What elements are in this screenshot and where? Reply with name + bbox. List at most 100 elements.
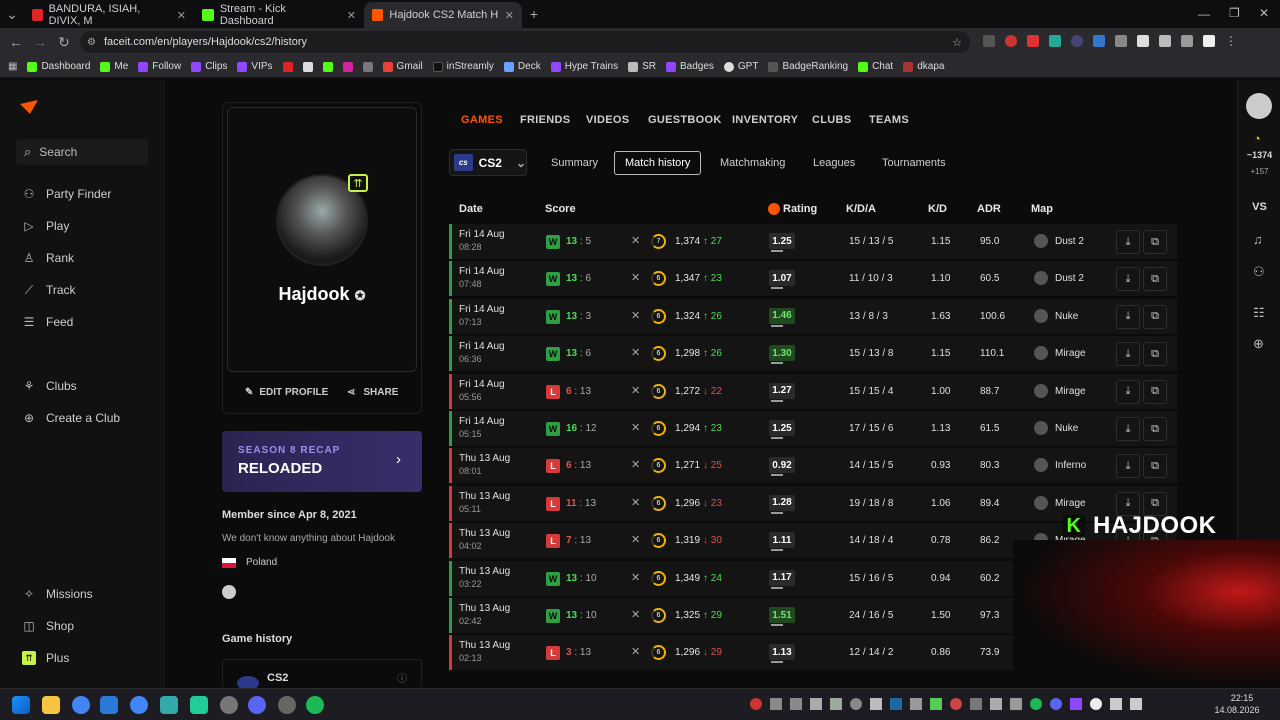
spotify-icon[interactable] [306,696,324,714]
tray-icon[interactable] [850,698,862,710]
bookmark[interactable]: Dashboard [27,61,90,72]
edit-profile-button[interactable]: ✎ EDIT PROFILE [245,387,328,398]
sidebar-item-party-finder[interactable]: ⚇ Party Finder [22,187,112,201]
maximize-icon[interactable]: ❐ [1229,6,1240,20]
bookmark[interactable]: Badges [665,61,714,72]
tray-icon[interactable] [830,698,842,710]
back-icon[interactable]: ← [4,34,28,50]
chrome-icon[interactable] [72,696,90,714]
bookmark[interactable]: Me [100,61,128,72]
extension-icon[interactable] [1137,35,1149,47]
bookmark[interactable] [302,61,313,72]
app-icon[interactable] [278,696,296,714]
puzzle-icon[interactable] [1159,35,1171,47]
tab-clubs[interactable]: CLUBS [812,114,851,126]
bookmark[interactable]: BadgeRanking [768,61,848,72]
tray-icon[interactable] [790,698,802,710]
game-select[interactable]: cs CS2 ⌄ [449,149,527,176]
app-icon[interactable] [100,696,118,714]
tab-videos[interactable]: VIDEOS [586,114,629,126]
sidebar-item-create-club[interactable]: ⊕ Create a Club [22,411,120,425]
subtab-matchmaking[interactable]: Matchmaking [710,151,795,175]
window-close-icon[interactable]: ✕ [1259,6,1269,20]
game-history-item[interactable]: CS2 ⓘ [222,659,422,690]
bookmark[interactable]: SR [628,61,656,72]
reload-icon[interactable]: ↻ [52,34,76,51]
tab-2-close-icon[interactable]: ✕ [347,9,356,22]
open-match-icon[interactable]: ⧉ [1143,230,1167,254]
subtab-summary[interactable]: Summary [541,151,608,175]
sidebar-item-plus[interactable]: ⇈ Plus [22,651,69,665]
download-demo-icon[interactable]: ⤓ [1116,379,1140,404]
bookmark[interactable]: Gmail [382,61,423,72]
extension-icon[interactable] [983,35,995,47]
tray-icon[interactable] [810,698,822,710]
sidebar-item-missions[interactable]: ✧ Missions [22,587,93,601]
download-demo-icon[interactable]: ⤓ [1116,267,1140,292]
table-row[interactable]: Thu 13 Aug 08:01 L 6 : 13 ✕ 6 1,271 ↓ 25 0.92 14 … [449,448,1177,484]
site-info-icon[interactable]: ⚙ [87,37,96,48]
app-icon[interactable] [220,696,238,714]
browser-tab-2[interactable]: Stream - Kick Dashboard ✕ [194,2,364,28]
discord-icon[interactable] [248,696,266,714]
tab-1-close-icon[interactable]: ✕ [177,9,186,22]
tray-icon[interactable] [950,698,962,710]
wifi-icon[interactable] [1110,698,1122,710]
sidebar-item-shop[interactable]: ◫ Shop [22,619,74,633]
bookmark[interactable] [282,61,293,72]
add-circle-icon[interactable]: ⊕ [1253,336,1264,352]
steam-icon[interactable] [222,585,236,599]
table-row[interactable]: Fri 14 Aug 06:36 W 13 : 6 ✕ 6 1,298 ↑ 26 1.30 15 … [449,336,1177,372]
sidebar-item-clubs[interactable]: ⚘ Clubs [22,379,77,393]
open-match-icon[interactable]: ⧉ [1143,454,1167,479]
download-demo-icon[interactable]: ⤓ [1116,342,1140,367]
friends-icon[interactable]: ⚇ [1253,264,1265,280]
profile-icon[interactable] [1203,35,1215,47]
minimize-icon[interactable]: — [1198,7,1210,21]
info-icon[interactable]: ⓘ [397,670,407,685]
bookmark[interactable]: Deck [503,61,541,72]
sidebar-item-track[interactable]: ⟋ Track [22,283,76,298]
tab-menu-chevron-icon[interactable]: ⌄ [0,6,24,23]
tab-search-icon[interactable] [1181,35,1193,47]
subtab-leagues[interactable]: Leagues [803,151,865,175]
tray-icon[interactable] [970,698,982,710]
discord-tray-icon[interactable] [1050,698,1062,710]
table-row[interactable]: Fri 14 Aug 07:13 W 13 : 3 ✕ 6 1,324 ↑ 26 1.46 13 … [449,298,1177,334]
bookmark[interactable]: Clips [191,61,227,72]
clock-date[interactable]: 14.08.2026 [1211,705,1263,715]
season-recap-banner[interactable]: SEASON 8 RECAP RELOADED › [222,431,422,492]
chrome-icon[interactable] [130,696,148,714]
tab-teams[interactable]: TEAMS [869,114,909,126]
chat-icon[interactable]: ☷ [1253,305,1265,321]
open-match-icon[interactable]: ⧉ [1143,417,1167,441]
browser-tab-3[interactable]: Hajdook CS2 Match History - F ✕ [364,2,522,28]
open-match-icon[interactable]: ⧉ [1143,379,1167,404]
user-avatar[interactable] [1246,93,1272,119]
extension-icon[interactable] [1093,35,1105,47]
tray-icon[interactable] [990,698,1002,710]
tray-icon[interactable] [1090,698,1102,710]
tab-friends[interactable]: FRIENDS [520,114,570,126]
sidebar-item-rank[interactable]: ♙ Rank [22,251,74,265]
bookmark[interactable]: Chat [858,61,893,72]
bell-icon[interactable]: ♫ [1253,232,1263,247]
spotify-tray-icon[interactable] [1030,698,1042,710]
open-match-icon[interactable]: ⧉ [1143,267,1167,292]
tab-games[interactable]: GAMES [461,114,503,126]
table-row[interactable]: Fri 14 Aug 07:48 W 13 : 6 ✕ 6 1,347 ↑ 23 1.07 11 … [449,261,1177,297]
subtab-match-history[interactable]: Match history [614,151,702,175]
file-explorer-icon[interactable] [42,696,60,714]
clock-time[interactable]: 22:15 [1221,693,1263,703]
extension-icon[interactable] [1071,35,1083,47]
shield-icon[interactable] [1115,35,1127,47]
volume-icon[interactable] [1130,698,1142,710]
steam-tray-icon[interactable] [890,698,902,710]
bookmark[interactable]: VIPs [237,61,273,72]
share-button[interactable]: ⋖ SHARE [347,387,398,398]
sidebar-item-feed[interactable]: ☰ Feed [22,315,74,329]
download-demo-icon[interactable]: ⤓ [1116,230,1140,254]
bookmark[interactable] [362,61,373,72]
subtab-tournaments[interactable]: Tournaments [872,151,956,175]
tray-icon[interactable] [770,698,782,710]
